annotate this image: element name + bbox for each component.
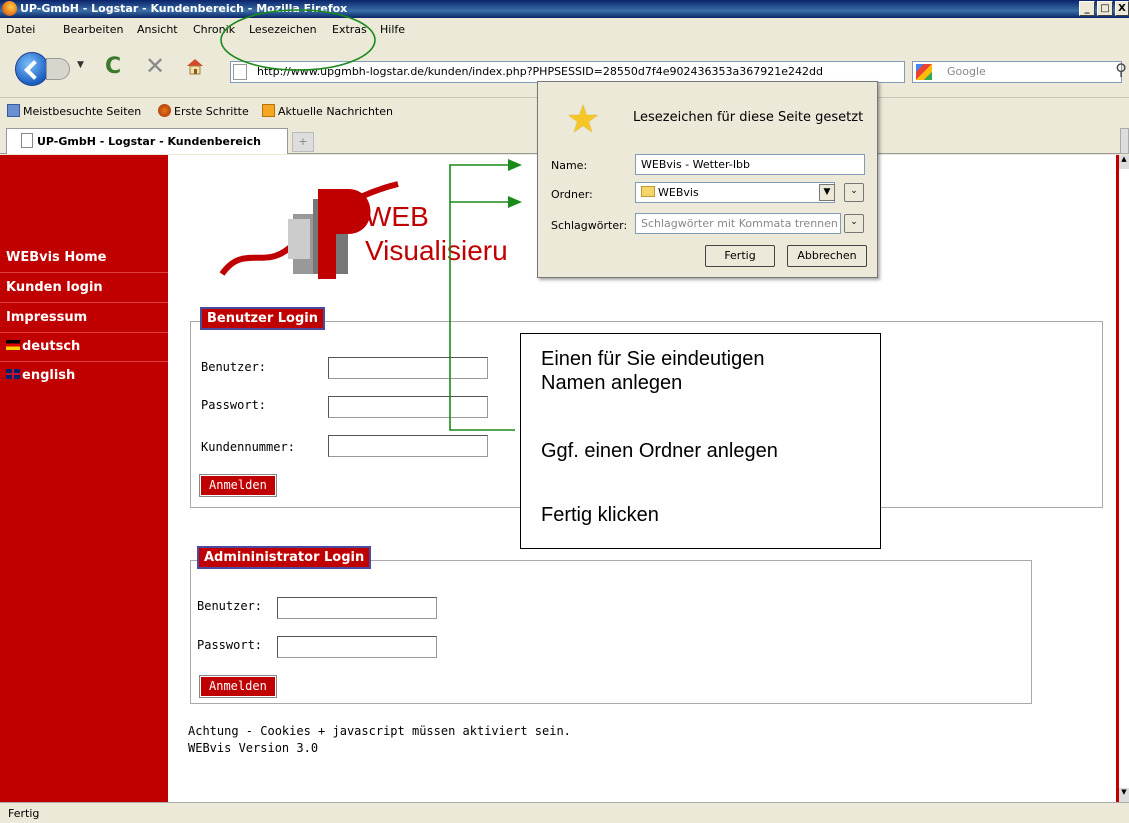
close-button[interactable]: X (1115, 1, 1129, 16)
stop-button[interactable]: ✕ (145, 54, 165, 78)
instruction-callout: Einen für Sie eindeutigen Namen anlegen … (520, 333, 881, 549)
admin-password-label: Passwort: (197, 638, 263, 652)
tab-scroll-button[interactable] (1120, 128, 1129, 154)
version-text: WEBvis Version 3.0 (188, 741, 319, 755)
bookmark-popup: ★ Lesezeichen für diese Seite gesetzt Na… (537, 81, 878, 278)
folder-label: Ordner: (551, 188, 593, 201)
folder-select[interactable]: WEBvis (635, 182, 835, 203)
cancel-button[interactable]: Abbrechen (787, 245, 867, 267)
sidebar-item-impressum[interactable]: Impressum (0, 305, 168, 333)
uk-flag-icon (6, 369, 20, 379)
bookmark-label: Aktuelle Nachrichten (278, 105, 393, 118)
bookmark-erste-schritte[interactable]: Erste Schritte (158, 104, 249, 118)
menu-lesezeichen[interactable]: Lesezeichen (249, 23, 317, 36)
logo-web-text: WEB (365, 201, 429, 232)
back-button[interactable] (15, 52, 49, 86)
menu-datei[interactable]: Datei (6, 23, 35, 36)
callout-line-2: Namen anlegen (541, 372, 683, 394)
user-login-legend: Benutzer Login (200, 307, 326, 330)
menu-chronik[interactable]: Chronik (193, 23, 235, 36)
sidebar-item-deutsch[interactable]: deutsch (0, 334, 168, 362)
menu-hilfe[interactable]: Hilfe (380, 23, 405, 36)
customer-number-label: Kundennummer: (201, 440, 295, 454)
maximize-button[interactable]: □ (1097, 1, 1113, 16)
admin-user-label: Benutzer: (197, 599, 263, 613)
home-button[interactable] (185, 56, 205, 76)
user-label: Benutzer: (201, 360, 267, 374)
window-title: UP-GmbH - Logstar - Kundenbereich - Mozi… (20, 2, 348, 15)
menu-ansicht[interactable]: Ansicht (137, 23, 178, 36)
admin-user-input[interactable] (277, 597, 437, 619)
folder-value: WEBvis (658, 186, 699, 199)
sidebar-item-label: deutsch (22, 339, 81, 354)
user-login-submit-button[interactable]: Anmelden (199, 474, 277, 497)
most-visited-icon (7, 104, 20, 117)
bookmark-label: Meistbesuchte Seiten (23, 105, 142, 118)
page-icon (233, 64, 247, 80)
forward-button[interactable] (46, 58, 70, 80)
bookmark-aktuelle-nachrichten[interactable]: Aktuelle Nachrichten (262, 104, 393, 118)
tags-expand-button[interactable]: ⌄ (844, 214, 864, 233)
bookmark-star-icon: ★ (566, 97, 601, 141)
up-logo (219, 181, 399, 279)
menu-bar: Datei Bearbeiten Ansicht Chronik Lesezei… (0, 18, 1129, 42)
reload-button[interactable]: C (105, 56, 121, 78)
sidebar-item-webvis-home[interactable]: WEBvis Home (0, 245, 168, 273)
google-icon[interactable] (916, 64, 932, 80)
url-text[interactable]: http://www.upgmbh-logstar.de/kunden/inde… (257, 65, 823, 78)
tags-label: Schlagwörter: (551, 219, 628, 232)
callout-line-4: Fertig klicken (541, 504, 659, 526)
folder-expand-button[interactable]: ⌄ (844, 183, 864, 202)
title-bar: UP-GmbH - Logstar - Kundenbereich - Mozi… (0, 0, 1129, 18)
url-bar[interactable]: http://www.upgmbh-logstar.de/kunden/inde… (230, 61, 1122, 83)
logo-visualisierung-text: Visualisieru (365, 235, 508, 266)
callout-line-1: Einen für Sie eindeutigen (541, 348, 765, 370)
firefox-icon (2, 1, 17, 16)
new-tab-button[interactable]: + (292, 132, 314, 152)
vertical-scrollbar[interactable]: ▲ ▼ (1116, 155, 1129, 802)
bookmark-meistbesuchte[interactable]: Meistbesuchte Seiten (7, 104, 141, 118)
folder-icon (641, 186, 655, 197)
password-label: Passwort: (201, 398, 267, 412)
menu-extras[interactable]: Extras (332, 23, 367, 36)
admin-login-submit-button[interactable]: Anmelden (199, 675, 277, 698)
callout-line-3: Ggf. einen Ordner anlegen (541, 440, 778, 462)
sidebar-item-label: english (22, 368, 76, 383)
admin-login-legend: Admininistrator Login (197, 546, 372, 569)
customer-number-input[interactable] (328, 435, 488, 457)
firefox-bookmark-icon (158, 104, 171, 117)
user-input[interactable] (328, 357, 488, 379)
search-placeholder[interactable]: Google (947, 65, 986, 78)
sidebar-item-kunden-login[interactable]: Kunden login (0, 275, 168, 303)
name-label: Name: (551, 159, 588, 172)
tab-label: UP-GmbH - Logstar - Kundenbereich (37, 135, 261, 148)
sidebar: WEBvis Home Kunden login Impressum deuts… (0, 155, 168, 802)
status-bar: Fertig (0, 802, 1129, 823)
search-bar[interactable]: Google ⚲ (912, 60, 1127, 83)
folder-dropdown-icon[interactable]: ▼ (819, 184, 835, 201)
status-text: Fertig (8, 807, 40, 820)
done-button[interactable]: Fertig (705, 245, 775, 267)
history-dropdown-icon[interactable]: ▼ (77, 60, 84, 70)
password-input[interactable] (328, 396, 488, 418)
admin-login-box (190, 560, 1032, 704)
german-flag-icon (6, 340, 20, 350)
sidebar-item-english[interactable]: english (0, 363, 168, 391)
menu-bearbeiten[interactable]: Bearbeiten (63, 23, 123, 36)
admin-password-input[interactable] (277, 636, 437, 658)
bookmark-name-input[interactable]: WEBvis - Wetter-Ibb (635, 154, 865, 175)
scroll-down-icon[interactable]: ▼ (1119, 788, 1129, 802)
bookmark-label: Erste Schritte (174, 105, 249, 118)
cookies-notice: Achtung - Cookies + javascript müssen ak… (188, 724, 571, 738)
tab-kundenbereich[interactable]: UP-GmbH - Logstar - Kundenbereich (6, 128, 288, 154)
tags-input[interactable]: Schlagwörter mit Kommata trennen (635, 213, 841, 234)
scroll-up-icon[interactable]: ▲ (1119, 155, 1129, 169)
popup-title: Lesezeichen für diese Seite gesetzt (633, 110, 864, 125)
rss-feed-icon (262, 104, 275, 117)
search-icon[interactable]: ⚲ (1115, 60, 1127, 79)
page-icon (21, 133, 33, 148)
minimize-button[interactable]: _ (1079, 1, 1095, 16)
